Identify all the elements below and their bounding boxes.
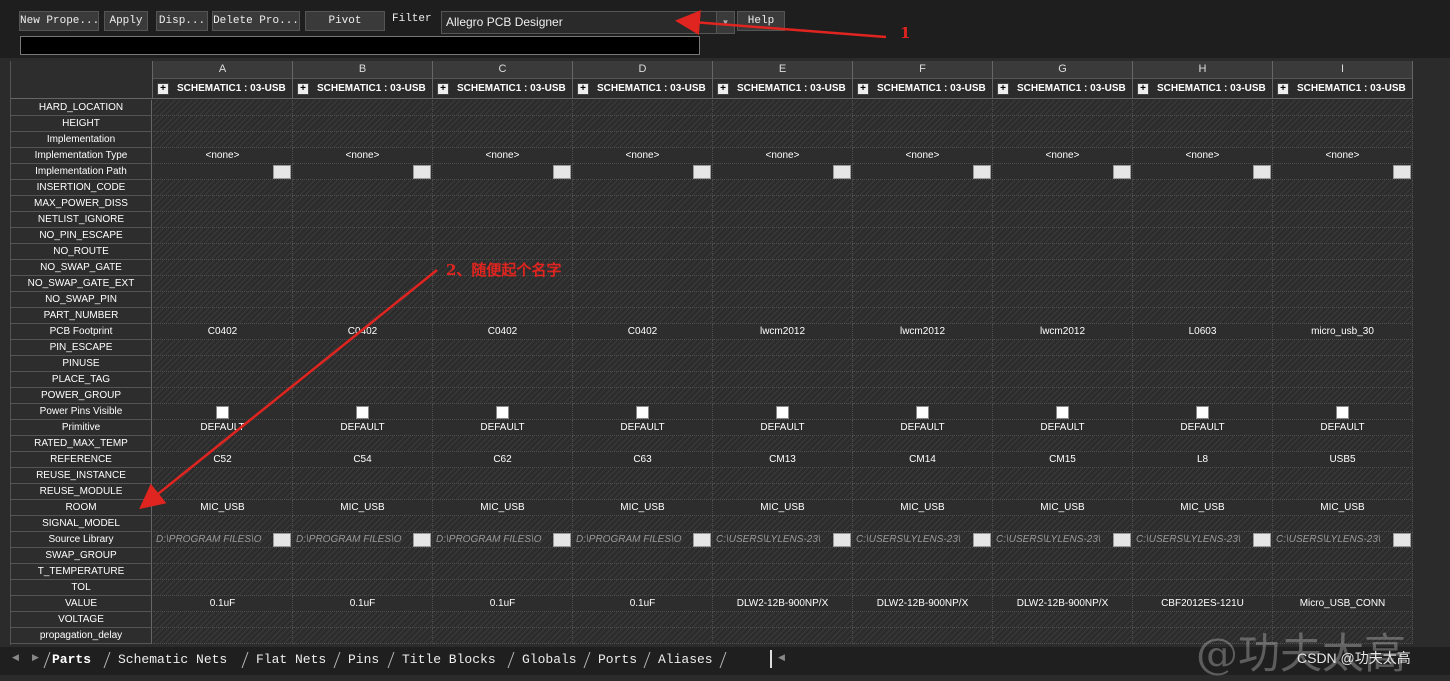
annotation-label-1: 1 <box>900 24 911 42</box>
annotation-label-2: 2、随便起个名字 <box>446 261 562 279</box>
arrow-2 <box>139 269 438 510</box>
watermark-text: CSDN @功夫太高 <box>1297 650 1411 666</box>
arrow-1 <box>675 10 887 39</box>
annotation-arrows <box>139 10 887 510</box>
